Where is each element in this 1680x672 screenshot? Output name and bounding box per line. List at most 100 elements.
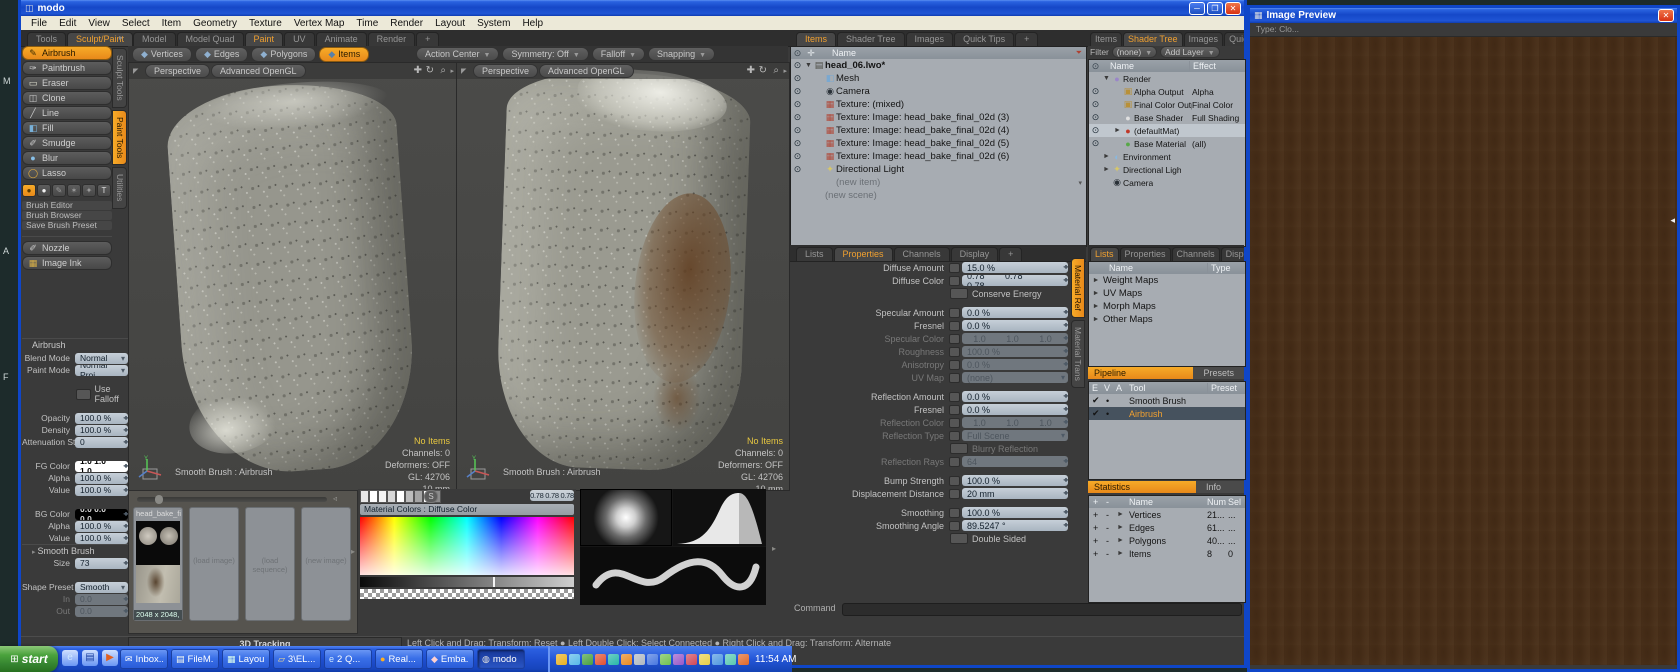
panel-tab[interactable]: Shader Tree	[1123, 32, 1183, 46]
brush-tip-button[interactable]: ●	[22, 184, 36, 197]
expander-icon[interactable]: ►	[1117, 511, 1124, 518]
tray-icon-5[interactable]	[608, 654, 619, 665]
item-row[interactable]: ⊙ ✦ Directional Light ▾	[791, 163, 1086, 176]
item-row[interactable]: ⊙ ▦ Texture: (mixed) ▾	[791, 98, 1086, 111]
item-row[interactable]: ⊙ ▼ ▤ head_06.lwo* ▾	[791, 59, 1086, 72]
panel-tab[interactable]: +	[1015, 32, 1038, 46]
checkbox[interactable]	[950, 288, 968, 299]
item-row[interactable]: ⊙ ▦ Texture: Image: head_bake_final_02d …	[791, 124, 1086, 137]
layout-tab[interactable]: Animate	[316, 32, 367, 46]
filter-dropdown[interactable]: (none)▼	[1112, 46, 1158, 58]
pipeline-tab[interactable]: Pipeline	[1088, 367, 1193, 379]
form-row[interactable]: ◂▸	[22, 400, 128, 412]
value-gradient-bar[interactable]	[360, 577, 574, 587]
tray-icon-9[interactable]	[660, 654, 671, 665]
panel-tab[interactable]: Channels	[1172, 247, 1220, 261]
shader-row[interactable]: ⊙ ● Base Material (all)	[1089, 137, 1245, 150]
col-num[interactable]: Num	[1207, 497, 1226, 507]
form-row[interactable]: Density Density 100.0 %◂▸	[22, 424, 128, 436]
eye-icon[interactable]: ⊙	[791, 151, 804, 162]
enable-check-icon[interactable]: ✔	[1092, 395, 1100, 406]
col-enable[interactable]: E	[1092, 383, 1098, 393]
eye-icon[interactable]: ⊙	[791, 60, 804, 71]
menu-item[interactable]: File	[25, 18, 53, 29]
layout-tab[interactable]: Tools	[27, 32, 66, 46]
menu-item[interactable]: Item	[156, 18, 187, 29]
col-minus[interactable]: -	[1106, 497, 1109, 507]
spinner-icon[interactable]: ◂▸	[123, 413, 127, 422]
palette-expand-icon[interactable]: ▸	[351, 547, 355, 556]
property-row[interactable]: Reflection Amount Reflection Amount 0.0 …	[792, 390, 1068, 403]
expander-icon[interactable]: ►	[1117, 524, 1124, 531]
expander-icon[interactable]: ▼	[804, 62, 813, 69]
panel-tab[interactable]: Lists	[796, 247, 833, 261]
visible-dot-icon[interactable]: •	[1106, 396, 1109, 406]
property-row[interactable]: Smoothing Smoothing 100.0 %◂▸	[792, 506, 1068, 519]
property-row[interactable]: Fresnel Fresnel 0.0 %◂▸	[792, 319, 1068, 332]
alpha-checker-bar[interactable]	[360, 589, 574, 599]
toolbar-dropdown[interactable]: Action Center▼	[416, 47, 499, 61]
value-field[interactable]: 100.0 %◂▸	[75, 473, 128, 484]
shader-row[interactable]: ⊙ ► ◐ Environment	[1089, 150, 1245, 163]
eye-icon[interactable]: ⊙	[791, 99, 804, 110]
task-button[interactable]: ▱ 3\EL...	[273, 649, 321, 669]
type-column-header[interactable]: Type	[1207, 263, 1231, 273]
value-field[interactable]: 0.0 %◂▸	[962, 320, 1068, 331]
spinner-icon[interactable]: ◂▸	[123, 473, 127, 482]
property-row[interactable]: Anisotropy Anisotropy 0.0 %◂▸	[792, 358, 1068, 371]
form-row[interactable]: In In 0.0◂▸	[22, 593, 128, 605]
collapse-minus-icon[interactable]: -	[1106, 536, 1109, 546]
value-field[interactable]: 20 mm◂▸	[962, 488, 1068, 499]
panel-tab[interactable]: Display	[1221, 247, 1244, 261]
panel-tab[interactable]: Channels	[894, 247, 950, 261]
spinner-icon[interactable]: ◂▸	[1063, 488, 1067, 497]
shader-row[interactable]: ⊙ ◉ Camera	[1089, 176, 1245, 189]
spinner-icon[interactable]: ◂▸	[1063, 391, 1067, 400]
expand-plus-icon[interactable]: +	[1093, 510, 1098, 520]
checkbox[interactable]	[76, 389, 91, 400]
name-column-header[interactable]: Name	[1089, 263, 1133, 273]
tray-icon-12[interactable]	[699, 654, 710, 665]
spinner-icon[interactable]: ◂▸	[1063, 359, 1067, 368]
value-field[interactable]: 0.0 %◂▸	[962, 307, 1068, 318]
value-field[interactable]: 0.0 0.0 0.0◂▸	[75, 509, 128, 520]
value-field[interactable]: 1.0 1.0 1.0◂▸	[962, 417, 1068, 428]
component-mode-button[interactable]: ◆Vertices	[132, 47, 192, 62]
expand-plus-icon[interactable]: +	[1093, 536, 1098, 546]
expander-icon[interactable]: ►	[1089, 290, 1103, 297]
value-field[interactable]: 1.0 1.0 1.0◂▸	[962, 333, 1068, 344]
form-row[interactable]: Opacity Opacity 100.0 %◂▸	[22, 412, 128, 424]
layout-tab[interactable]: Model	[133, 32, 176, 46]
channel-mini-toggle[interactable]	[949, 263, 960, 273]
shader-row[interactable]: ⊙ ► ● (defaultMat)	[1089, 124, 1245, 137]
spinner-icon[interactable]: ◂▸	[1063, 475, 1067, 484]
item-row[interactable]: ⊙ (new scene) ▾	[791, 189, 1086, 202]
menu-item[interactable]: System	[471, 18, 516, 29]
expand-plus-icon[interactable]: +	[1093, 523, 1098, 533]
close-button[interactable]: ✕	[1658, 9, 1674, 22]
spinner-icon[interactable]: ◂▸	[1063, 346, 1067, 355]
toolbox-side-tab[interactable]: Paint Tools	[112, 110, 127, 165]
menu-item[interactable]: View	[82, 18, 116, 29]
channel-mini-toggle[interactable]	[949, 276, 960, 286]
quick-launch-icon[interactable]: ▤	[82, 650, 98, 666]
toolbox-side-tab[interactable]: Sculpt Tools	[112, 48, 127, 108]
collapse-minus-icon[interactable]: -	[1106, 523, 1109, 533]
channel-mini-toggle[interactable]	[949, 489, 960, 499]
value-marker[interactable]	[493, 577, 495, 587]
quick-launch-icon[interactable]: e	[62, 650, 78, 666]
item-row[interactable]: ⊙ ▦ Texture: Image: head_bake_final_02d …	[791, 111, 1086, 124]
col-name[interactable]: Name	[1129, 497, 1153, 507]
property-row[interactable]: Double Sided Double Sided ◂▸	[792, 532, 1068, 545]
property-row[interactable]: Specular Color Specular Color 1.0 1.0 1.…	[792, 332, 1068, 345]
form-row[interactable]: ◂▸	[22, 496, 128, 508]
value-field[interactable]: (none)◂▸	[962, 372, 1068, 383]
tool-button[interactable]: ◫Clone	[22, 91, 112, 105]
viewport-corner-icon[interactable]: ◤	[461, 67, 466, 75]
form-row[interactable]: ◂▸	[22, 448, 128, 460]
panel-tab[interactable]: Quick Tips	[954, 32, 1014, 46]
eye-icon[interactable]: ⊙	[1089, 112, 1102, 123]
value-field[interactable]: 100.0 %◂▸	[75, 533, 128, 544]
menu-item[interactable]: Render	[384, 18, 429, 29]
slider-handle[interactable]	[155, 495, 163, 504]
